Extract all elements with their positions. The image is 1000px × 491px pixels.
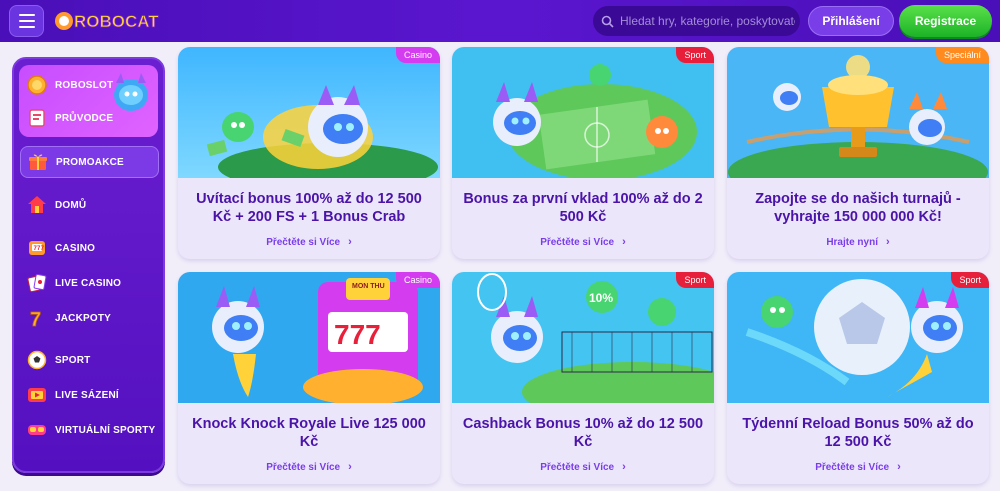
logo-text: ROBOCAT — [74, 12, 159, 31]
menu-icon-line — [18, 26, 35, 28]
promo-card[interactable]: 10% Sport Cashback Bonus 10% až do 12 50… — [452, 272, 714, 484]
promo-card[interactable]: Sport Bonus za první vklad 100% až do 2 … — [452, 47, 714, 259]
sidebar-item-label: CASINO — [55, 242, 96, 254]
card-title: Uvítací bonus 100% až do 12 500 Kč + 200… — [196, 191, 422, 225]
link-label: Hrajte nyní — [826, 237, 878, 248]
robocat-logo[interactable]: ROBOCAT — [54, 6, 160, 36]
chevron-right-icon: › — [348, 236, 352, 248]
sidebar-item-live-casino[interactable]: LIVE CASINO — [20, 268, 159, 298]
category-tag: Casino — [395, 272, 440, 288]
sidebar-item-label: ROBOSLOT — [55, 79, 114, 91]
card-title: Bonus za první vklad 100% až do 2 500 Kč — [463, 191, 703, 225]
chevron-right-icon: › — [622, 236, 626, 248]
sidebar-item-label: SPORT — [55, 354, 91, 366]
login-button[interactable]: Přihlášení — [808, 6, 894, 36]
category-tag: Speciální — [935, 47, 989, 63]
read-more-link[interactable]: Přečtěte si Více › — [452, 461, 714, 473]
sidebar-item-roboslot[interactable]: ROBOSLOT — [20, 70, 159, 100]
menu-icon-line — [18, 20, 35, 22]
promo-card-image: 10% — [452, 272, 714, 403]
live-bet-icon — [28, 388, 46, 402]
category-tag: Sport — [676, 47, 714, 63]
link-label: Přečtěte si Více — [540, 462, 615, 473]
menu-button[interactable] — [9, 5, 44, 37]
svg-text:777: 777 — [34, 246, 45, 252]
promo-card-image — [452, 47, 714, 178]
search-input[interactable] — [620, 14, 795, 28]
casino-icon: 777 — [29, 241, 45, 255]
sidebar-item-live-sazeni[interactable]: LIVE SÁZENÍ — [20, 380, 159, 410]
svg-text:7: 7 — [30, 309, 41, 329]
register-button[interactable]: Registrace — [899, 5, 992, 37]
sidebar-item-label: LIVE CASINO — [55, 277, 122, 289]
promo-card-image — [727, 272, 989, 403]
category-tag: Sport — [951, 272, 989, 288]
read-more-link[interactable]: Přečtěte si Více › — [178, 236, 440, 248]
promo-card-image — [178, 47, 440, 178]
link-label: Přečtěte si Více — [540, 237, 615, 248]
home-icon — [28, 196, 46, 213]
sidebar-item-casino[interactable]: 777 CASINO — [20, 233, 159, 263]
menu-icon-line — [18, 14, 35, 16]
promo-card[interactable]: Casino Uvítací bonus 100% až do 12 500 K… — [178, 47, 440, 259]
sidebar-item-pruvodce[interactable]: PRŮVODCE — [20, 103, 159, 133]
link-label: Přečtěte si Více — [815, 462, 890, 473]
read-more-link[interactable]: Přečtěte si Více › — [727, 461, 989, 473]
sidebar-item-label: PROMOAKCE — [56, 156, 124, 168]
cashback-badge-text: 10% — [589, 291, 613, 305]
sidebar-item-virtualni-sporty[interactable]: VIRTUÁLNÍ SPORTY — [20, 415, 159, 445]
seven-icon: 7 — [30, 309, 42, 329]
card-title: Cashback Bonus 10% až do 12 500 Kč — [462, 416, 704, 450]
link-label: Přečtěte si Více — [266, 462, 341, 473]
vr-headset-icon — [28, 425, 46, 435]
read-more-link[interactable]: Přečtěte si Více › — [452, 236, 714, 248]
promo-card-image: 777 MON THU — [178, 272, 440, 403]
promo-card[interactable]: Sport Týdenní Reload Bonus 50% až do 12 … — [727, 272, 989, 484]
soccer-ball-icon — [27, 350, 47, 370]
card-title: Zapojte se do našich turnajů - vyhrajte … — [755, 191, 961, 225]
category-tag: Sport — [676, 272, 714, 288]
sidebar-item-label: JACKPOTY — [55, 312, 112, 324]
chevron-right-icon: › — [622, 461, 626, 473]
promo-card[interactable]: Speciální Zapojte se do našich turnajů -… — [727, 47, 989, 259]
promo-card-image — [727, 47, 989, 178]
sidebar-item-label: PRŮVODCE — [55, 112, 114, 124]
read-more-link[interactable]: Přečtěte si Více › — [178, 461, 440, 473]
sidebar-item-promoakce[interactable]: PROMOAKCE — [20, 146, 159, 178]
chevron-right-icon: › — [348, 461, 352, 473]
cards-icon — [27, 273, 47, 293]
search-bar[interactable] — [593, 6, 800, 36]
promo-card[interactable]: 777 MON THU Casino Knock Knock Royale Li… — [178, 272, 440, 484]
link-label: Přečtěte si Více — [266, 237, 341, 248]
sidebar-item-label: VIRTUÁLNÍ SPORTY — [55, 424, 156, 436]
card-title: Týdenní Reload Bonus 50% až do 12 500 Kč — [742, 416, 974, 450]
sidebar: ROBOSLOT PRŮVODCE PROMOAKCE DOMŮ 777 CAS… — [12, 57, 165, 473]
play-now-link[interactable]: Hrajte nyní › — [727, 236, 989, 248]
top-header: ROBOCAT Přihlášení Registrace — [0, 0, 1000, 42]
gift-icon — [29, 154, 47, 170]
sidebar-item-jackpoty[interactable]: 7 JACKPOTY — [20, 303, 159, 333]
coin-slot-icon — [27, 75, 47, 95]
sidebar-item-label: LIVE SÁZENÍ — [55, 389, 119, 401]
search-icon — [601, 15, 614, 28]
slot-reels-text: 777 — [334, 319, 381, 350]
guide-icon — [29, 109, 45, 127]
chevron-right-icon: › — [897, 461, 901, 473]
sidebar-item-label: DOMŮ — [55, 199, 87, 211]
chevron-right-icon: › — [886, 236, 890, 248]
category-tag: Casino — [395, 47, 440, 63]
card-title: Knock Knock Royale Live 125 000 Kč — [192, 416, 426, 450]
sidebar-item-domu[interactable]: DOMŮ — [20, 190, 159, 220]
sidebar-item-sport[interactable]: SPORT — [20, 345, 159, 375]
slot-sign-text: MON THU — [352, 283, 385, 290]
